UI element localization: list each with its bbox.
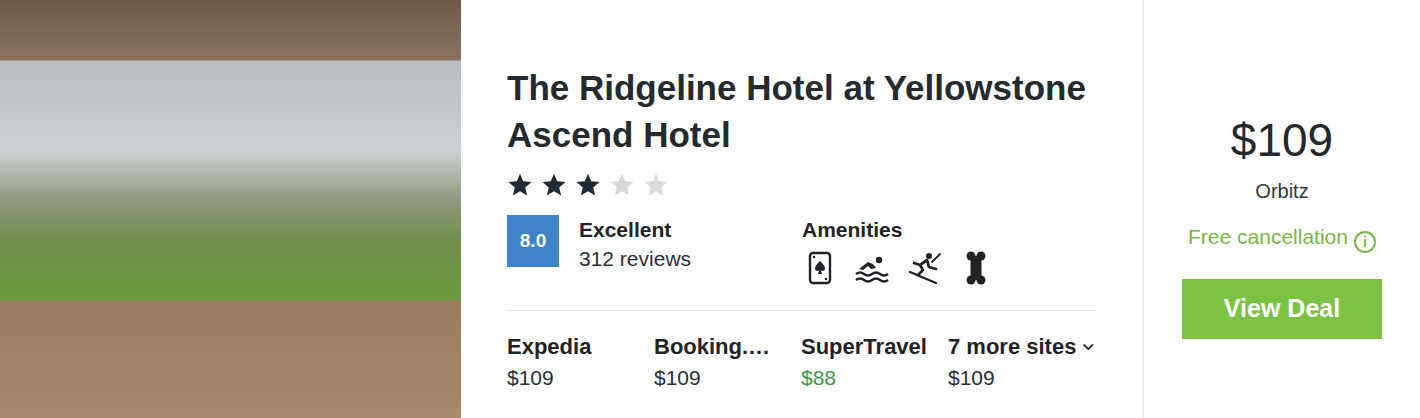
- casino-icon: [802, 250, 838, 286]
- hotel-name[interactable]: The Ridgeline Hotel at Yellowstone Ascen…: [507, 64, 1097, 158]
- info-icon[interactable]: i: [1354, 231, 1376, 253]
- pets-icon: [958, 250, 994, 286]
- more-sites[interactable]: 7 more sites$109: [948, 333, 1095, 393]
- score-label: Excellent: [579, 216, 802, 244]
- more-sites-label[interactable]: 7 more sites: [948, 333, 1076, 361]
- deal-provider: Orbitz: [1255, 178, 1308, 204]
- deal-price: $109: [1231, 112, 1333, 168]
- provider-offer[interactable]: Booking.…$109: [654, 333, 801, 393]
- star-icon: [609, 172, 635, 198]
- provider-name[interactable]: Booking.…: [654, 333, 801, 361]
- provider-prices: Expedia$109Booking.…$109SuperTravel$887 …: [507, 333, 1097, 393]
- chevron-down-icon: [1082, 338, 1095, 356]
- rating-row: 8.0 Excellent312 reviewsAmenities: [507, 215, 1097, 286]
- more-sites-toggle[interactable]: 7 more sites: [948, 333, 1095, 361]
- review-count[interactable]: 312 reviews: [579, 244, 802, 274]
- star-icon: [575, 172, 601, 198]
- provider-offer[interactable]: Expedia$109: [507, 333, 654, 393]
- amenities: Amenities: [802, 215, 994, 286]
- provider-name[interactable]: SuperTravel: [801, 333, 948, 361]
- cancellation-text: Free cancellation: [1188, 225, 1348, 248]
- provider-price[interactable]: $109: [654, 363, 801, 393]
- provider-price[interactable]: $88: [801, 363, 948, 393]
- provider-name[interactable]: Expedia: [507, 333, 654, 361]
- amenities-title: Amenities: [802, 216, 994, 244]
- ski-icon: [906, 250, 942, 286]
- cancellation-policy: Free cancellation i: [1188, 222, 1376, 253]
- pool-icon: [854, 250, 890, 286]
- star-rating: [507, 172, 1097, 198]
- score-summary: Excellent312 reviews: [579, 215, 802, 274]
- star-icon: [541, 172, 567, 198]
- more-sites-price[interactable]: $109: [948, 363, 1095, 393]
- score-value: 8.0: [520, 227, 546, 256]
- provider-offer[interactable]: SuperTravel$88: [801, 333, 948, 393]
- view-deal-button[interactable]: View Deal: [1182, 279, 1382, 339]
- score-badge: 8.0: [507, 215, 559, 267]
- star-icon: [507, 172, 533, 198]
- amenity-list: [802, 250, 994, 286]
- provider-price[interactable]: $109: [507, 363, 654, 393]
- divider: [507, 310, 1097, 311]
- star-icon: [643, 172, 669, 198]
- hotel-photo[interactable]: [0, 0, 461, 418]
- deal-panel: $109 Orbitz Free cancellation i View Deal: [1143, 0, 1420, 418]
- hotel-info: The Ridgeline Hotel at Yellowstone Ascen…: [461, 0, 1143, 418]
